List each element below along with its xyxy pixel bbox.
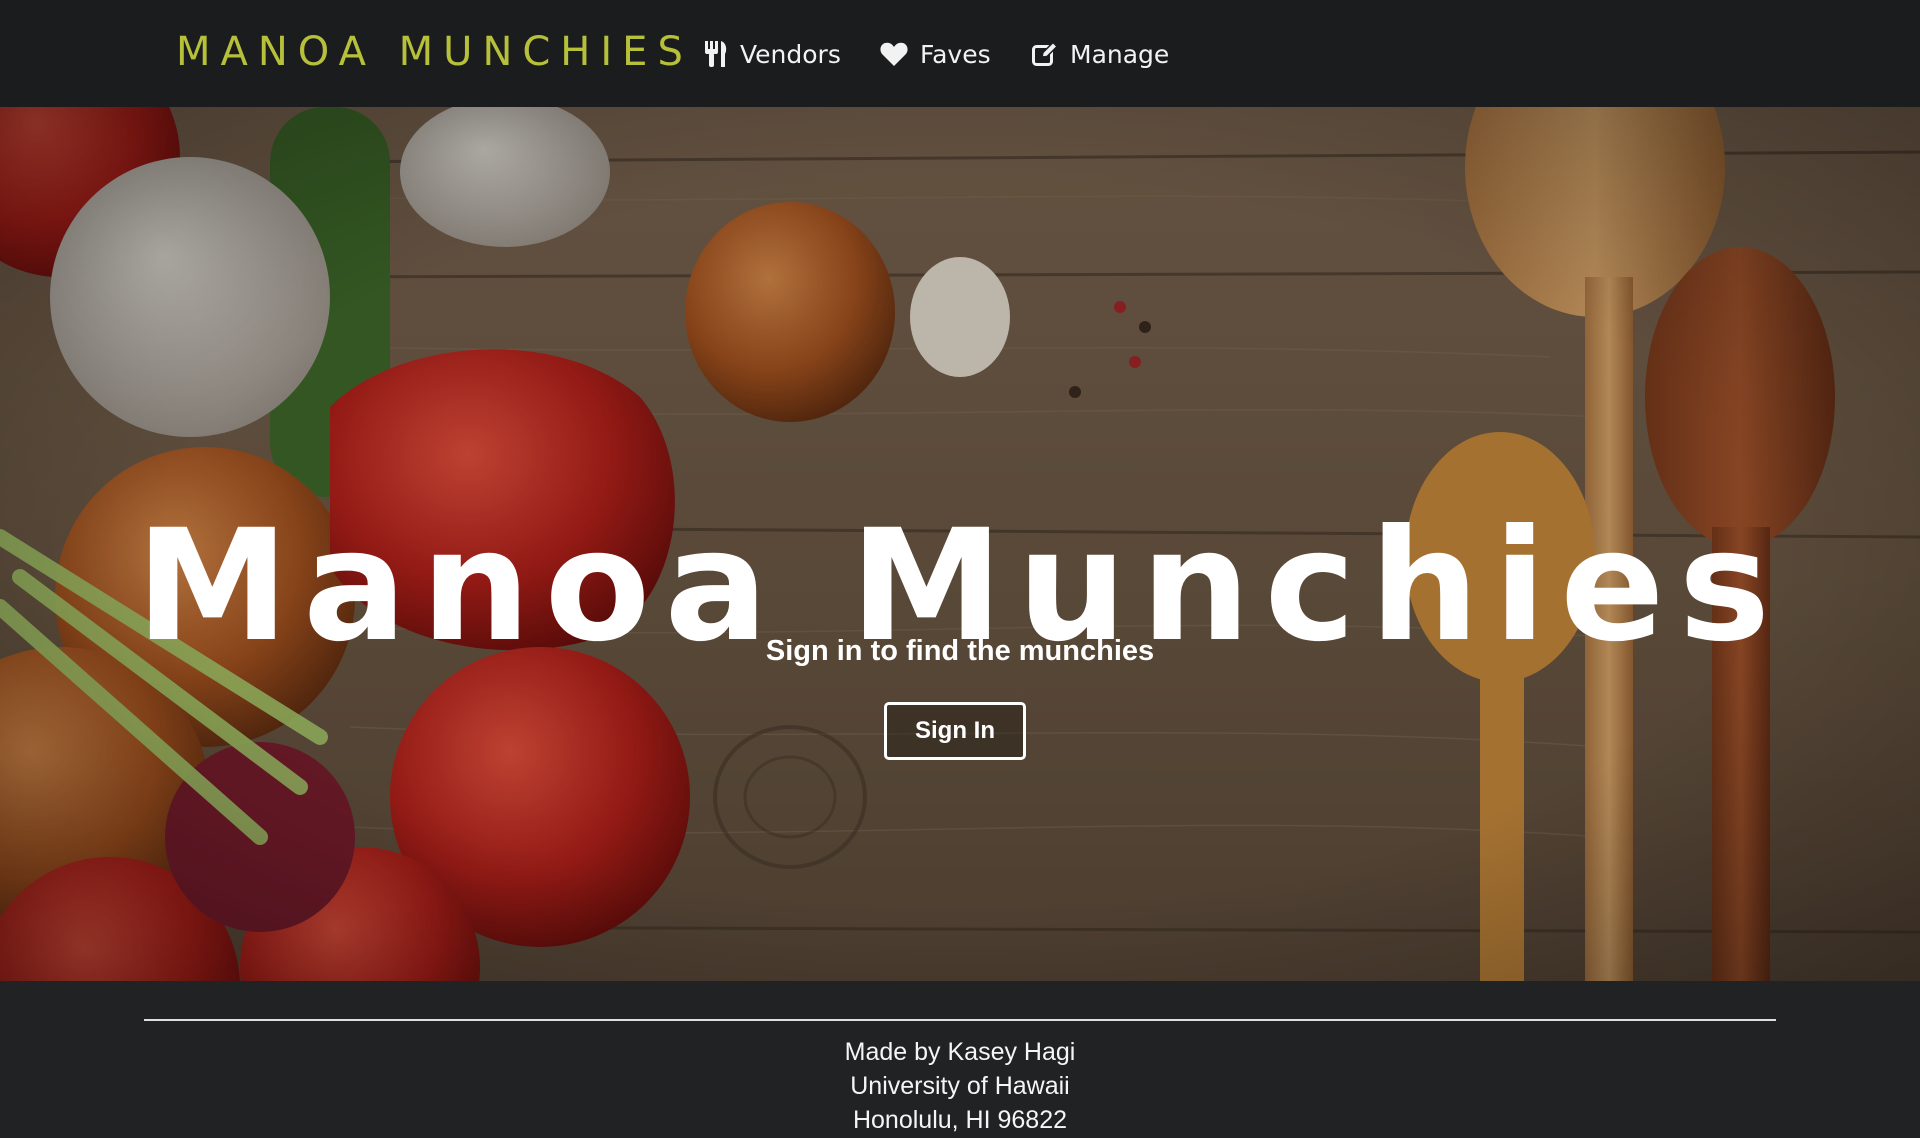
page-footer: Made by Kasey Hagi University of Hawaii …: [0, 981, 1920, 1138]
hero-section: Manoa Munchies Sign in to find the munch…: [0, 107, 1920, 981]
brand-logo-link[interactable]: MANOA MUNCHIES: [176, 28, 693, 76]
nav-item-vendors[interactable]: Vendors: [704, 34, 841, 74]
footer-address: Honolulu, HI 96822: [852, 1106, 1068, 1134]
utensils-icon: [704, 41, 728, 67]
nav-item-manage[interactable]: Manage: [1032, 34, 1169, 74]
footer-text: Made by Kasey Hagi University of Hawaii …: [0, 1035, 1920, 1137]
nav-item-faves[interactable]: Faves: [880, 34, 991, 74]
heart-icon: [880, 42, 908, 66]
hero-subtitle: Sign in to find the munchies: [765, 635, 1155, 667]
edit-icon: [1032, 42, 1058, 66]
sign-in-button[interactable]: Sign In: [884, 702, 1026, 760]
footer-author: Made by Kasey Hagi: [844, 1038, 1076, 1066]
footer-divider: [144, 1019, 1776, 1021]
nav-item-label: Manage: [1070, 39, 1170, 69]
footer-university: University of Hawaii: [850, 1072, 1070, 1100]
nav-item-label: Vendors: [740, 39, 841, 69]
nav-item-label: Faves: [920, 39, 991, 69]
top-navbar: MANOA MUNCHIES Vendors Faves Manage: [0, 0, 1920, 107]
